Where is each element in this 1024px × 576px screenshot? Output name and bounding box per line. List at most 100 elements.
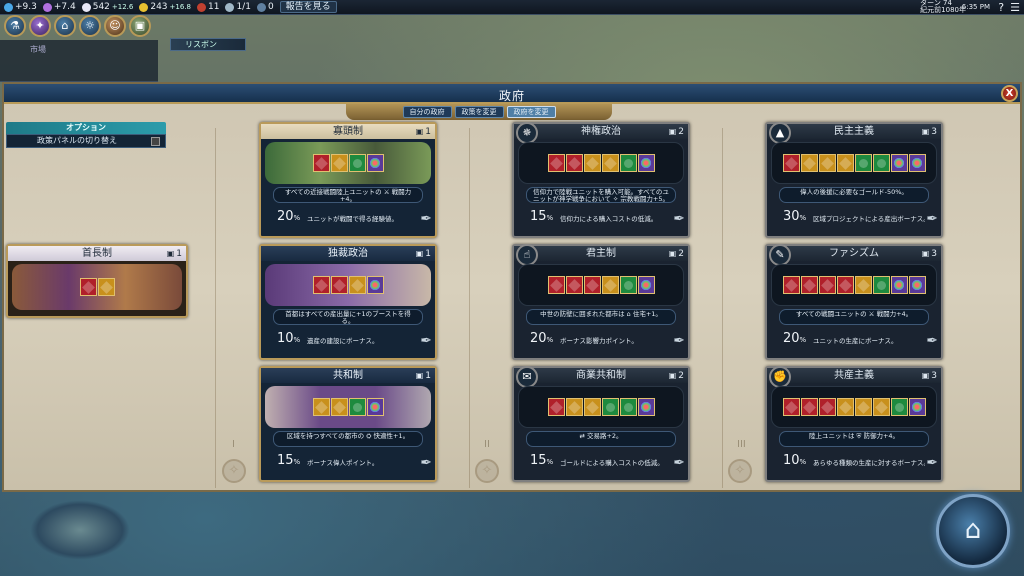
government-emblem-icon: ✉ xyxy=(516,366,538,388)
policy-slot-w xyxy=(890,154,908,172)
tab-change-government[interactable]: 政府を変更 xyxy=(506,106,556,118)
legacy-text: ボーナス偉人ポイント。 xyxy=(307,459,379,467)
policy-slot-r xyxy=(565,154,583,172)
policy-slot-w xyxy=(908,276,926,294)
government-bonus: ⇄ 交易路+2。 xyxy=(526,431,676,447)
tab-my-government[interactable]: 自分の政府 xyxy=(402,106,452,118)
gold-delta: +16.8 xyxy=(169,3,191,11)
government-card[interactable]: ✵ 神権政治 ▣ 2 信仰力で陸戦ユニットを購入可能。すべてのユニットが神学戦争に… xyxy=(512,122,690,238)
legacy-percent-value: 10 xyxy=(783,453,800,468)
government-card[interactable]: ✊ 共産主義 ▣ 3 陸上ユニットは ⛨ 防御力+4。 10% あらゆる種類の生産… xyxy=(765,366,943,482)
legacy-bonus: 30% 区域プロジェクトによる産出ボーナス。 ✒ xyxy=(767,205,941,229)
policy-slot-y xyxy=(800,154,818,172)
slot-count: ▣ 3 xyxy=(922,124,937,140)
government-card-title: ☝ 君主制 ▣ 2 xyxy=(514,244,688,266)
policy-slot-r xyxy=(583,276,601,294)
policy-slot-r xyxy=(800,398,818,416)
government-button[interactable]: ⌂ xyxy=(54,15,76,37)
policy-slot-w xyxy=(366,398,384,416)
government-art xyxy=(518,386,684,428)
government-card[interactable]: 独裁政治 ▣ 1 首都はすべての産出量に+1のブーストを得る。 10% 遺産の建設… xyxy=(259,244,437,360)
culture-value: +7.4 xyxy=(53,2,76,12)
government-name: 民主主義 xyxy=(834,126,874,137)
religion-button[interactable]: ☼ xyxy=(79,15,101,37)
legacy-percent: 20% xyxy=(783,331,807,346)
government-card-title: 独裁政治 ▣ 1 xyxy=(261,246,435,261)
slot-count-value: 1 xyxy=(425,371,431,381)
help-icon[interactable]: ? xyxy=(998,1,1004,14)
slot-count-value: 2 xyxy=(678,249,684,259)
policy-slot-y xyxy=(583,154,601,172)
government-emblem-icon: ☝ xyxy=(516,244,538,266)
government-name: 神権政治 xyxy=(581,126,621,137)
policy-slot-r xyxy=(818,276,836,294)
slot-count-value: 3 xyxy=(931,371,937,381)
government-card-title: ▲ 民主主義 ▣ 3 xyxy=(767,122,941,144)
government-card[interactable]: ☝ 君主制 ▣ 2 中世の防壁に囲まれた都市は ⌂ 住宅+1。 20% ボーナス影… xyxy=(512,244,690,360)
policy-panel-toggle-label: 政策パネルの切り替え xyxy=(37,136,117,145)
faith-yield: 542 +12.6 xyxy=(81,2,133,12)
legacy-percent: 30% xyxy=(783,209,807,224)
tab-change-policies[interactable]: 政策を変更 xyxy=(454,106,504,118)
policy-panel-toggle[interactable]: 政策パネルの切り替え xyxy=(6,134,166,148)
legacy-text: ユニットが戦闘で得る経験値。 xyxy=(307,215,398,223)
quill-icon: ✒ xyxy=(420,211,432,227)
policy-slot-y xyxy=(348,276,366,294)
government-large-button[interactable]: ⌂ xyxy=(936,494,1010,568)
gold-yield: 243 +16.8 xyxy=(139,2,191,12)
city-banner[interactable]: リスボン xyxy=(170,38,246,51)
government-card-title: ✉ 商業共和制 ▣ 2 xyxy=(514,366,688,388)
government-name: 寡頭制 xyxy=(333,126,363,137)
government-card[interactable]: ▲ 民主主義 ▣ 3 偉人の後援に必要なゴールド-50%。 30% 区域プロジェク… xyxy=(765,122,943,238)
government-card[interactable]: 共和制 ▣ 1 区域を持つすべての都市の ⛭ 快適性+1。 15% ボーナス偉人ポ… xyxy=(259,366,437,482)
routes-yield: 1/1 xyxy=(225,2,251,12)
science-tree-button[interactable]: ⚗ xyxy=(4,15,26,37)
civics-tree-button[interactable]: ✦ xyxy=(29,15,51,37)
policy-slot-w xyxy=(637,398,655,416)
policy-slot-g xyxy=(619,154,637,172)
slot-count: ▣ 3 xyxy=(922,246,937,262)
legacy-percent: 10% xyxy=(783,453,807,468)
policy-slot-y xyxy=(312,398,330,416)
policy-slot-g xyxy=(348,154,366,172)
government-art xyxy=(771,264,937,306)
government-card[interactable]: 寡頭制 ▣ 1 すべての近接戦闘陸上ユニットの ⚔ 戦闘力+4。 20% ユニット… xyxy=(259,122,437,238)
quill-icon: ✒ xyxy=(926,333,938,349)
legacy-percent-value: 10 xyxy=(277,331,294,346)
routes-value: 1/1 xyxy=(236,2,251,12)
report-button[interactable]: 報告を見る xyxy=(279,1,337,13)
policy-slot-w xyxy=(366,154,384,172)
legacy-bonus: 15% ボーナス偉人ポイント。 ✒ xyxy=(261,449,435,473)
tier-label-2: II xyxy=(484,439,490,450)
policy-panel-checkbox[interactable] xyxy=(151,137,160,146)
top-resource-bar: +9.3 +7.4 542 +12.6 243 +16.8 11 1/1 0 報告を… xyxy=(0,0,1024,15)
close-button[interactable]: X xyxy=(1001,85,1018,102)
policy-slot-r xyxy=(547,276,565,294)
legacy-text: 遺産の建設にボーナス。 xyxy=(307,337,379,345)
government-card[interactable]: ✎ ファシズム ▣ 3 すべての戦闘ユニットの ⚔ 戦闘力+4。 20% ユニット… xyxy=(765,244,943,360)
government-card-title: 首長制 ▣ 1 xyxy=(8,246,186,261)
faith-value: 542 xyxy=(92,2,110,12)
policy-slot-r xyxy=(818,398,836,416)
policy-slot-y xyxy=(854,398,872,416)
great-works-button[interactable]: ▣ xyxy=(129,15,151,37)
government-art xyxy=(12,264,182,310)
quill-icon: ✒ xyxy=(926,455,938,471)
government-card[interactable]: ✉ 商業共和制 ▣ 2 ⇄ 交易路+2。 15% ゴールドによる購入コストの低減。… xyxy=(512,366,690,482)
menu-icon[interactable]: ☰ xyxy=(1010,1,1020,14)
government-name: 共産主義 xyxy=(834,370,874,381)
government-emblem-icon: ✎ xyxy=(769,244,791,266)
quill-icon: ✒ xyxy=(673,333,685,349)
slot-count: ▣ 2 xyxy=(669,124,684,140)
government-bonus: 陸上ユニットは ⛨ 防御力+4。 xyxy=(779,431,929,447)
trade-icon xyxy=(197,2,206,12)
legacy-text: ゴールドによる購入コストの低減。 xyxy=(560,459,664,467)
policy-slot-w xyxy=(366,276,384,294)
card-slot-icon: ▣ xyxy=(166,249,175,258)
card-slot-icon: ▣ xyxy=(921,371,930,380)
slot-count: ▣ 1 xyxy=(167,246,182,262)
great-people-button[interactable]: ☺ xyxy=(104,15,126,37)
minimap[interactable] xyxy=(30,500,130,560)
government-card-chiefdom[interactable]: 首長制 ▣ 1 xyxy=(6,244,188,318)
policy-slot-g xyxy=(854,154,872,172)
